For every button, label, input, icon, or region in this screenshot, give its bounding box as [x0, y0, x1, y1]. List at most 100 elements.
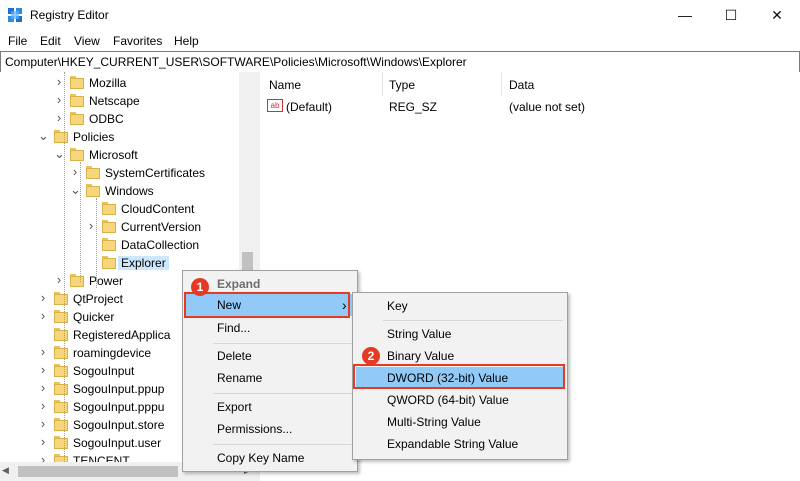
tree-item[interactable]: › CurrentVersion: [0, 218, 256, 236]
tree-item-label: DataCollection: [121, 238, 200, 252]
chevron-down-icon[interactable]: ⌄: [38, 129, 49, 142]
tree-item-label: TENCENT: [73, 454, 130, 462]
tree-hscroll-thumb[interactable]: [18, 466, 178, 477]
chevron-right-icon[interactable]: ›: [38, 345, 48, 358]
tree-guide-line: [64, 72, 65, 462]
tree-item-label: Mozilla: [89, 76, 127, 90]
tree-item-label: Quicker: [73, 310, 115, 324]
submenu-item-multi-string-value[interactable]: Multi-String Value: [353, 411, 567, 433]
tree-item-label: Microsoft: [89, 148, 138, 162]
tree-item-label: ODBC: [89, 112, 124, 126]
tree-item-label: Explorer: [118, 256, 169, 270]
menu-favorites[interactable]: Favorites: [113, 34, 162, 48]
maximize-button[interactable]: ☐: [708, 0, 754, 31]
window-title: Registry Editor: [30, 8, 109, 22]
step-badge-2: 2: [362, 347, 380, 365]
chevron-right-icon[interactable]: ›: [38, 291, 48, 304]
minimize-button[interactable]: —: [662, 0, 708, 31]
tree-item-label: RegisteredApplica: [73, 328, 171, 342]
tree-item[interactable]: CloudContent: [0, 200, 256, 218]
folder-icon: [54, 346, 68, 359]
tree-guide-line: [96, 198, 97, 288]
tree-item-label: Netscape: [89, 94, 140, 108]
menu-view[interactable]: View: [74, 34, 100, 48]
folder-icon: [70, 148, 84, 161]
folder-icon: [54, 310, 68, 323]
menu-file[interactable]: File: [8, 34, 27, 48]
chevron-right-icon[interactable]: ›: [54, 93, 64, 106]
tree-item-label: SogouInput.ppup: [73, 382, 165, 396]
column-divider[interactable]: [382, 72, 383, 96]
annotation-box-new: [184, 292, 350, 318]
tree-item-label: SogouInput: [73, 364, 135, 378]
tree-item[interactable]: DataCollection: [0, 236, 256, 254]
menu-item-copy-key-name[interactable]: Copy Key Name: [183, 447, 357, 469]
chevron-right-icon[interactable]: ›: [38, 453, 48, 462]
folder-icon: [102, 202, 116, 215]
tree-item[interactable]: ⌄ Policies: [0, 128, 256, 146]
chevron-right-icon[interactable]: ›: [38, 363, 48, 376]
column-header-type[interactable]: Type: [389, 72, 415, 96]
scroll-left-arrow-icon[interactable]: ◀: [2, 465, 9, 476]
table-row[interactable]: ab (Default) REG_SZ (value not set): [260, 96, 800, 116]
folder-icon: [54, 400, 68, 413]
menu-edit[interactable]: Edit: [40, 34, 61, 48]
address-bar[interactable]: Computer\HKEY_CURRENT_USER\SOFTWARE\Poli…: [0, 51, 800, 73]
folder-icon: [86, 184, 100, 197]
tree-item-label: QtProject: [73, 292, 124, 306]
chevron-right-icon[interactable]: ›: [54, 75, 64, 88]
folder-icon: [102, 220, 116, 233]
submenu-item-string-value[interactable]: String Value: [353, 323, 567, 345]
menu-help[interactable]: Help: [174, 34, 199, 48]
menu-item-delete[interactable]: Delete: [183, 345, 357, 367]
tree-item[interactable]: › Mozilla: [0, 74, 256, 92]
chevron-right-icon[interactable]: ›: [38, 435, 48, 448]
menu-separator: [213, 444, 353, 445]
column-divider[interactable]: [501, 72, 502, 96]
folder-icon: [54, 328, 68, 341]
tree-item[interactable]: › Netscape: [0, 92, 256, 110]
folder-icon: [54, 454, 68, 462]
folder-icon: [86, 166, 100, 179]
menu-item-rename[interactable]: Rename: [183, 367, 357, 389]
value-name: (Default): [286, 100, 333, 114]
folder-icon: [54, 292, 68, 305]
folder-icon: [54, 382, 68, 395]
menu-separator: [383, 320, 563, 321]
folder-icon: [54, 418, 68, 431]
tree-item-label: Windows: [105, 184, 154, 198]
tree-item-label: SogouInput.store: [73, 418, 165, 432]
tree-item-label: SystemCertificates: [105, 166, 206, 180]
chevron-right-icon[interactable]: ›: [38, 417, 48, 430]
chevron-right-icon[interactable]: ›: [86, 219, 96, 232]
chevron-right-icon[interactable]: ›: [38, 399, 48, 412]
menu-item-find[interactable]: Find...: [183, 317, 357, 339]
chevron-right-icon[interactable]: ›: [70, 165, 80, 178]
submenu-item-key[interactable]: Key: [353, 295, 567, 317]
value-data: (value not set): [509, 100, 586, 114]
chevron-right-icon[interactable]: ›: [54, 111, 64, 124]
menu-item-permissions[interactable]: Permissions...: [183, 418, 357, 440]
tree-item[interactable]: › ODBC: [0, 110, 256, 128]
menu-separator: [213, 343, 353, 344]
chevron-right-icon[interactable]: ›: [38, 309, 48, 322]
tree-item[interactable]: ⌄ Microsoft: [0, 146, 256, 164]
tree-item[interactable]: ⌄ Windows: [0, 182, 256, 200]
folder-icon: [70, 76, 84, 89]
submenu-item-qword-value[interactable]: QWORD (64-bit) Value: [353, 389, 567, 411]
value-type: REG_SZ: [389, 100, 438, 114]
tree-item-label: CloudContent: [121, 202, 195, 216]
chevron-right-icon[interactable]: ›: [54, 273, 64, 286]
close-button[interactable]: ✕: [754, 0, 800, 31]
column-header-data[interactable]: Data: [509, 72, 534, 96]
menu-bar: File Edit View Favorites Help: [0, 31, 800, 51]
chevron-down-icon[interactable]: ⌄: [54, 147, 65, 160]
tree-item[interactable]: › SystemCertificates: [0, 164, 256, 182]
chevron-down-icon[interactable]: ⌄: [70, 183, 81, 196]
menu-item-export[interactable]: Export: [183, 396, 357, 418]
column-header-name[interactable]: Name: [269, 72, 301, 96]
submenu-item-expandable-string-value[interactable]: Expandable String Value: [353, 433, 567, 455]
folder-icon: [54, 130, 68, 143]
folder-icon: [70, 112, 84, 125]
chevron-right-icon[interactable]: ›: [38, 381, 48, 394]
